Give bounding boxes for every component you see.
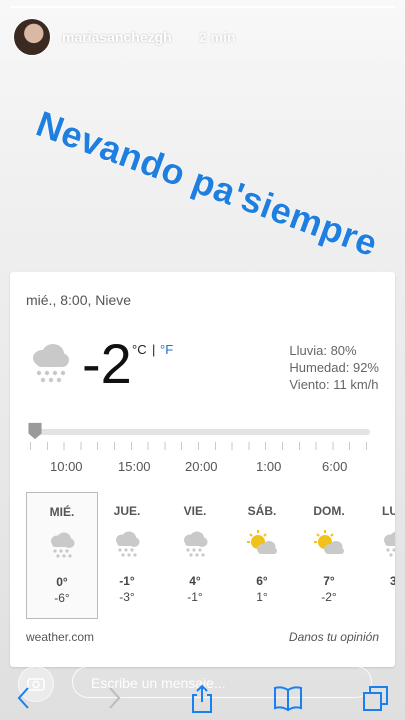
day-low-temp: -3° <box>119 590 135 604</box>
snow-cloud-icon <box>384 531 395 557</box>
forecast-day[interactable]: JUE. -1° -3° <box>92 492 162 617</box>
weather-card: mié., 8:00, Nieve -2 °C | °F Lluvia: 80%… <box>10 272 395 667</box>
timeline-ticks <box>30 442 375 450</box>
day-name: JUE. <box>113 504 141 518</box>
weather-details: Lluvia: 80% Humedad: 92% Viento: 11 km/h <box>289 342 379 393</box>
timeline-slider-track[interactable] <box>30 429 370 435</box>
day-name: LU <box>382 504 395 518</box>
snow-cloud-icon <box>184 531 208 557</box>
day-name: DOM. <box>313 504 345 518</box>
story-header: mariasanchezgh 2 min <box>0 0 405 80</box>
snow-cloud-icon <box>116 531 140 557</box>
rain-detail: Lluvia: 80% <box>289 343 357 358</box>
forecast-day[interactable]: MIÉ. 0° -6° <box>26 492 98 619</box>
wind-detail: Viento: 11 km/h <box>289 377 379 392</box>
day-high-temp: 0° <box>56 575 68 589</box>
forward-icon[interactable] <box>104 684 124 712</box>
partly-sunny-icon <box>314 530 344 554</box>
day-high-temp: 7° <box>323 574 335 588</box>
browser-toolbar <box>0 680 405 720</box>
snow-cloud-icon <box>33 344 69 383</box>
avatar[interactable] <box>13 18 51 56</box>
tabs-icon[interactable] <box>361 684 391 714</box>
feedback-link[interactable]: Danos tu opinión <box>289 630 379 644</box>
source-link[interactable]: weather.com <box>26 630 94 644</box>
humidity-detail: Humedad: 92% <box>289 360 379 375</box>
time-ago: 2 min <box>199 29 236 45</box>
forecast-day[interactable]: VIE. 4° -1° <box>160 492 230 617</box>
timeline-slider-thumb[interactable] <box>26 422 44 440</box>
day-low-temp: -1° <box>187 590 203 604</box>
day-name: SÁB. <box>247 504 277 518</box>
bookmarks-icon[interactable] <box>272 684 304 712</box>
day-low-temp: -2° <box>321 590 337 604</box>
day-low-temp: 1° <box>256 590 268 604</box>
username[interactable]: mariasanchezgh <box>62 29 172 45</box>
day-name: MIÉ. <box>49 505 75 519</box>
forecast-day[interactable]: DOM. 7° -2° <box>294 492 364 617</box>
day-name: VIE. <box>183 504 207 518</box>
celsius-unit[interactable]: °C <box>132 342 147 357</box>
day-high-temp: 4° <box>189 574 201 588</box>
hour-label: 1:00 <box>256 459 282 474</box>
story-progress-bar <box>10 6 395 8</box>
day-low-temp: -6° <box>54 591 70 605</box>
forecast-day[interactable]: LU 3 <box>360 492 395 617</box>
share-icon[interactable] <box>189 684 215 714</box>
forecast-day[interactable]: SÁB. 6° 1° <box>227 492 297 617</box>
snow-cloud-icon <box>51 532 75 558</box>
partly-sunny-icon <box>247 530 277 554</box>
current-temperature: -2 <box>82 332 132 395</box>
unit-separator: | <box>152 342 156 357</box>
hour-label: 10:00 <box>50 459 83 474</box>
hour-label: 20:00 <box>185 459 218 474</box>
day-high-temp: -1° <box>119 574 135 588</box>
hour-label: 6:00 <box>322 459 348 474</box>
day-high-temp: 3 <box>390 574 395 588</box>
fahrenheit-unit-link[interactable]: °F <box>160 342 173 357</box>
day-high-temp: 6° <box>256 574 268 588</box>
hour-label: 15:00 <box>118 459 151 474</box>
weather-summary: mié., 8:00, Nieve <box>26 292 132 308</box>
back-icon[interactable] <box>14 684 34 712</box>
